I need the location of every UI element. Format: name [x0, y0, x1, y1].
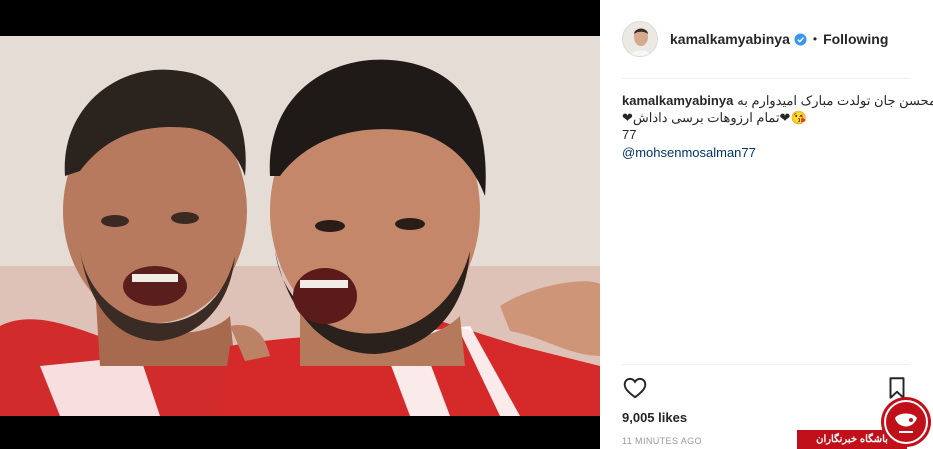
heart-outline-icon[interactable]	[622, 375, 648, 401]
caption-text-line2: 😘❤تمام ارزوهات برسی داداش❤77	[622, 110, 807, 142]
caption-first-line: kamalkamyabinya محسن جان تولدت مبارک امی…	[622, 92, 933, 109]
post-sidebar: kamalkamyabinya • Following kamalkamyabi…	[600, 0, 933, 449]
post-media	[0, 0, 600, 449]
avatar[interactable]	[622, 21, 658, 57]
username-link[interactable]: kamalkamyabinya	[670, 31, 790, 47]
following-button[interactable]: Following	[823, 31, 888, 47]
tv-logo-icon	[881, 397, 931, 447]
post-header: kamalkamyabinya • Following	[622, 16, 910, 62]
post-caption: kamalkamyabinya محسن جان تولدت مبارک امی…	[622, 92, 933, 161]
header-divider	[622, 78, 910, 79]
mention-link[interactable]: @mohsenmosalman77	[622, 144, 912, 161]
post-actions	[622, 375, 912, 403]
post-timestamp[interactable]: 11 MINUTES AGO	[622, 436, 702, 446]
caption-text-line1: محسن جان تولدت مبارک امیدوارم به	[737, 93, 933, 108]
avatar-image	[623, 22, 657, 56]
verified-badge-icon	[794, 32, 807, 46]
separator-dot: •	[812, 32, 818, 46]
likes-count[interactable]: 9,005 likes	[622, 410, 687, 425]
actions-divider	[622, 364, 910, 365]
post-photo	[0, 36, 600, 416]
players-photo-illustration	[0, 36, 600, 416]
caption-username-link[interactable]: kamalkamyabinya	[622, 92, 733, 109]
